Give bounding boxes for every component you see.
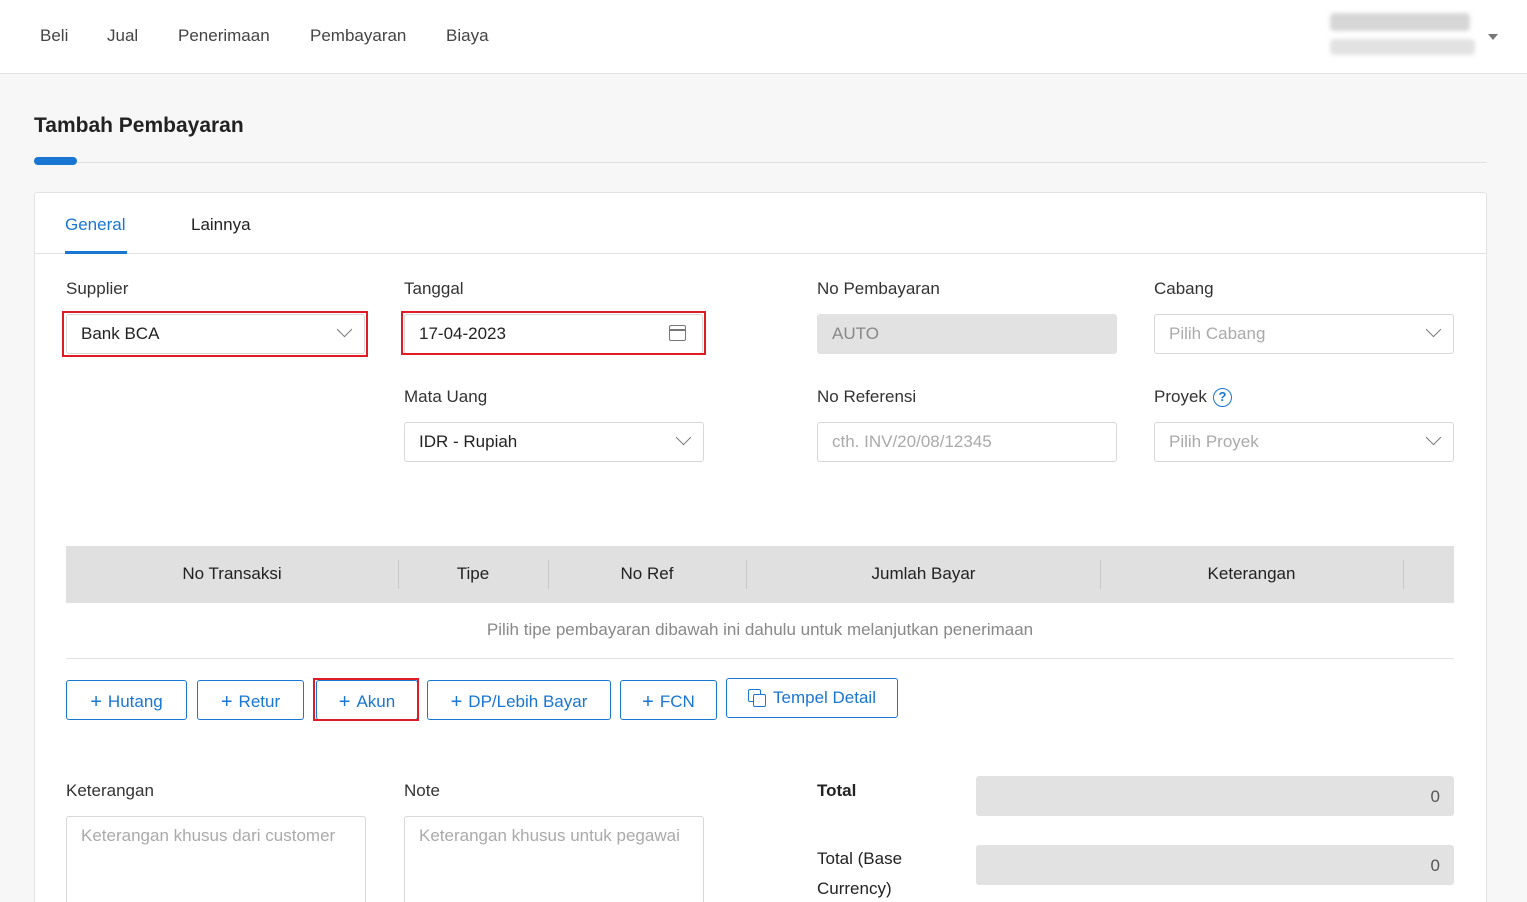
plus-icon: +	[642, 691, 654, 713]
keterangan-placeholder: Keterangan khusus dari customer	[81, 826, 336, 845]
no-referensi-label: No Referensi	[817, 387, 917, 406]
caret-down-icon[interactable]	[1488, 34, 1498, 40]
active-tab-indicator	[65, 251, 127, 254]
th-separator	[1403, 560, 1404, 589]
table-empty-message: Pilih tipe pembayaran dibawah ini dahulu…	[486, 620, 1034, 639]
total-base-label-line2: Currency)	[817, 879, 892, 898]
nav-item-jual[interactable]: Jual	[107, 26, 138, 46]
chevron-down-icon	[675, 429, 692, 446]
tempel-detail-label: Tempel Detail	[773, 688, 876, 707]
th-keterangan: Keterangan	[1207, 564, 1296, 583]
total-value: 0	[1430, 787, 1440, 806]
mata-uang-label: Mata Uang	[404, 387, 488, 406]
add-dp-label: DP/Lebih Bayar	[468, 692, 588, 711]
highlight-box-akun	[313, 678, 419, 721]
no-pembayaran-value: AUTO	[832, 324, 879, 343]
total-base-value-field: 0	[976, 845, 1454, 885]
chevron-down-icon	[1425, 429, 1442, 446]
th-no-ref: No Ref	[620, 564, 674, 583]
tanggal-label: Tanggal	[404, 279, 464, 298]
mata-uang-value: IDR - Rupiah	[419, 432, 518, 451]
proyek-placeholder: Pilih Proyek	[1169, 432, 1259, 451]
note-placeholder: Keterangan khusus untuk pegawai	[419, 826, 680, 845]
supplier-label: Supplier	[66, 279, 129, 298]
tempel-detail-button[interactable]: Tempel Detail	[726, 678, 898, 718]
help-icon[interactable]: ?	[1213, 388, 1232, 407]
th-jumlah-bayar: Jumlah Bayar	[871, 564, 976, 583]
note-textarea[interactable]: Keterangan khusus untuk pegawai	[404, 816, 704, 902]
th-no-transaksi: No Transaksi	[182, 564, 282, 583]
note-label: Note	[404, 781, 440, 800]
keterangan-textarea[interactable]: Keterangan khusus dari customer	[66, 816, 366, 902]
mata-uang-select[interactable]: IDR - Rupiah	[404, 422, 704, 462]
user-name-blurred	[1330, 13, 1470, 31]
cabang-label: Cabang	[1154, 279, 1214, 298]
tab-general[interactable]: General	[65, 215, 125, 235]
cabang-placeholder: Pilih Cabang	[1169, 324, 1266, 343]
total-label: Total	[817, 781, 857, 800]
no-referensi-input[interactable]: cth. INV/20/08/12345	[817, 422, 1117, 462]
total-base-label-line1: Total (Base	[817, 849, 903, 868]
add-dp-lebih-bayar-button[interactable]: + DP/Lebih Bayar	[427, 680, 611, 720]
add-retur-label: Retur	[238, 692, 281, 711]
add-fcn-label: FCN	[659, 692, 695, 711]
chevron-down-icon	[1425, 321, 1442, 338]
total-value-field: 0	[976, 776, 1454, 816]
add-hutang-button[interactable]: + Hutang	[66, 680, 187, 720]
user-account[interactable]	[1330, 13, 1475, 55]
user-email-blurred	[1330, 39, 1475, 55]
proyek-select[interactable]: Pilih Proyek	[1154, 422, 1454, 462]
tab-lainnya[interactable]: Lainnya	[191, 215, 251, 235]
no-pembayaran-label: No Pembayaran	[817, 279, 940, 298]
nav-item-beli[interactable]: Beli	[40, 26, 68, 46]
copy-icon	[748, 689, 766, 707]
nav-item-biaya[interactable]: Biaya	[446, 26, 489, 46]
total-base-value: 0	[1430, 856, 1440, 875]
highlight-box-tanggal	[401, 311, 706, 355]
plus-icon: +	[90, 691, 102, 713]
tabs-divider	[35, 253, 1486, 254]
no-pembayaran-field: AUTO	[817, 314, 1117, 354]
add-hutang-label: Hutang	[107, 692, 163, 711]
plus-icon: +	[220, 691, 233, 713]
nav-item-penerimaan[interactable]: Penerimaan	[178, 26, 270, 46]
page-title: Tambah Pembayaran	[34, 114, 244, 137]
top-navigation: Beli Jual Penerimaan Pembayaran Biaya	[0, 0, 1527, 74]
no-referensi-placeholder: cth. INV/20/08/12345	[832, 432, 992, 451]
table-header: No Transaksi Tipe No Ref Jumlah Bayar Ke…	[66, 546, 1454, 603]
keterangan-label: Keterangan	[66, 781, 154, 800]
title-divider	[34, 162, 1487, 163]
add-fcn-button[interactable]: + FCN	[620, 680, 717, 720]
title-accent-bar	[34, 157, 77, 165]
add-retur-button[interactable]: + Retur	[197, 680, 304, 720]
cabang-select[interactable]: Pilih Cabang	[1154, 314, 1454, 354]
nav-item-pembayaran[interactable]: Pembayaran	[310, 26, 406, 46]
highlight-box-supplier	[62, 311, 368, 357]
th-tipe: Tipe	[456, 564, 490, 583]
proyek-label: Proyek	[1154, 387, 1207, 406]
table-bottom-divider	[66, 658, 1454, 659]
plus-icon: +	[450, 691, 463, 713]
